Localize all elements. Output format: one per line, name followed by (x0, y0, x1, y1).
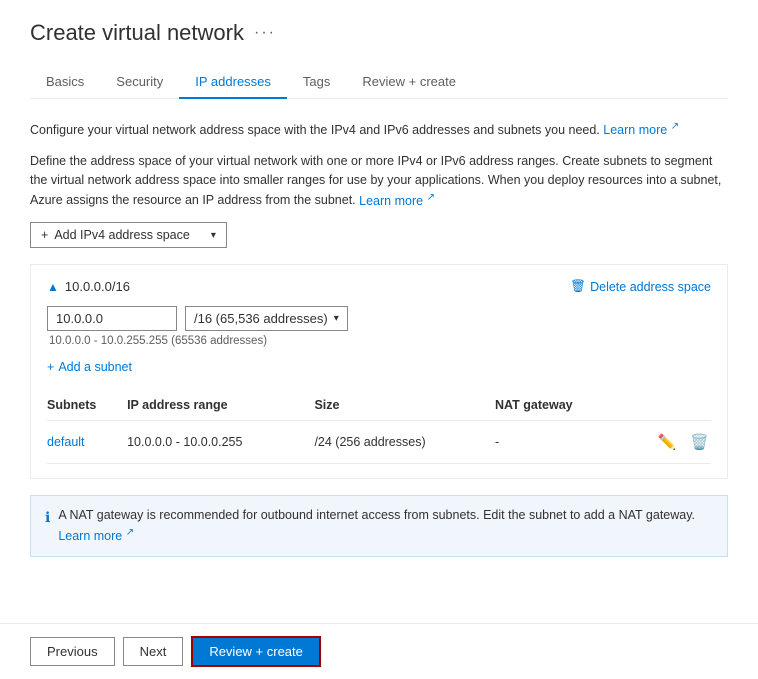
tab-ip-addresses[interactable]: IP addresses (179, 66, 287, 99)
tab-bar: Basics Security IP addresses Tags Review… (30, 66, 728, 99)
tab-tags[interactable]: Tags (287, 66, 346, 99)
col-header-nat: NAT gateway (495, 390, 621, 421)
collapse-icon[interactable]: ▲ (47, 280, 59, 294)
ip-address-input[interactable] (47, 306, 177, 331)
address-space-cidr: 10.0.0.0/16 (65, 279, 130, 294)
external-link-icon-1: ↗ (671, 121, 679, 132)
learn-more-link-2[interactable]: Learn more ↗ (359, 194, 435, 208)
subnet-nat-gateway: - (495, 421, 621, 464)
ip-range-hint: 10.0.0.0 - 10.0.255.255 (65536 addresses… (49, 335, 711, 347)
delete-subnet-button[interactable]: 🗑️ (688, 431, 711, 453)
subnet-ip-range: 10.0.0.0 - 10.0.0.255 (127, 421, 314, 464)
external-link-icon-3: ↗ (126, 527, 134, 538)
next-button[interactable]: Next (123, 637, 184, 666)
info-learn-more-link[interactable]: Learn more ↗ (58, 529, 134, 543)
description-2: Define the address space of your virtual… (30, 152, 728, 210)
edit-subnet-button[interactable]: ✏️ (656, 431, 679, 453)
review-create-button[interactable]: Review + create (191, 636, 321, 667)
page-title: Create virtual network (30, 20, 244, 46)
delete-icon: 🗑 (570, 279, 586, 294)
chevron-down-icon: ▾ (211, 230, 216, 241)
previous-button[interactable]: Previous (30, 637, 115, 666)
add-subnet-link[interactable]: + Add a subnet (47, 360, 132, 374)
description-1: Configure your virtual network address s… (30, 119, 728, 140)
add-ipv4-button[interactable]: + Add IPv4 address space ▾ (30, 222, 227, 248)
col-header-subnets: Subnets (47, 390, 127, 421)
cidr-value: /16 (65,536 addresses) (194, 311, 328, 326)
delete-address-space-link[interactable]: 🗑 Delete address space (570, 279, 711, 294)
tab-basics[interactable]: Basics (30, 66, 100, 99)
learn-more-link-1[interactable]: Learn more ↗ (603, 123, 679, 137)
external-link-icon-2: ↗ (427, 191, 435, 202)
plus-icon: + (47, 360, 54, 374)
tab-security[interactable]: Security (100, 66, 179, 99)
table-row: default 10.0.0.0 - 10.0.0.255 /24 (256 a… (47, 421, 711, 464)
info-icon: ℹ (45, 507, 50, 528)
subnet-name-link[interactable]: default (47, 435, 85, 449)
address-space-panel: ▲ 10.0.0.0/16 🗑 Delete address space /16… (30, 264, 728, 479)
ellipsis-menu-btn[interactable]: ··· (254, 24, 276, 42)
tab-review-create[interactable]: Review + create (346, 66, 472, 99)
subnet-size: /24 (256 addresses) (314, 421, 495, 464)
add-icon: + (41, 228, 48, 242)
col-header-size: Size (314, 390, 495, 421)
bottom-nav: Previous Next Review + create (0, 623, 758, 679)
cidr-select[interactable]: /16 (65,536 addresses) ▾ (185, 306, 348, 331)
info-banner: ℹ A NAT gateway is recommended for outbo… (30, 495, 728, 557)
col-header-ip-range: IP address range (127, 390, 314, 421)
subnets-table: Subnets IP address range Size NAT gatewa… (47, 390, 711, 464)
cidr-chevron-icon: ▾ (334, 313, 339, 324)
